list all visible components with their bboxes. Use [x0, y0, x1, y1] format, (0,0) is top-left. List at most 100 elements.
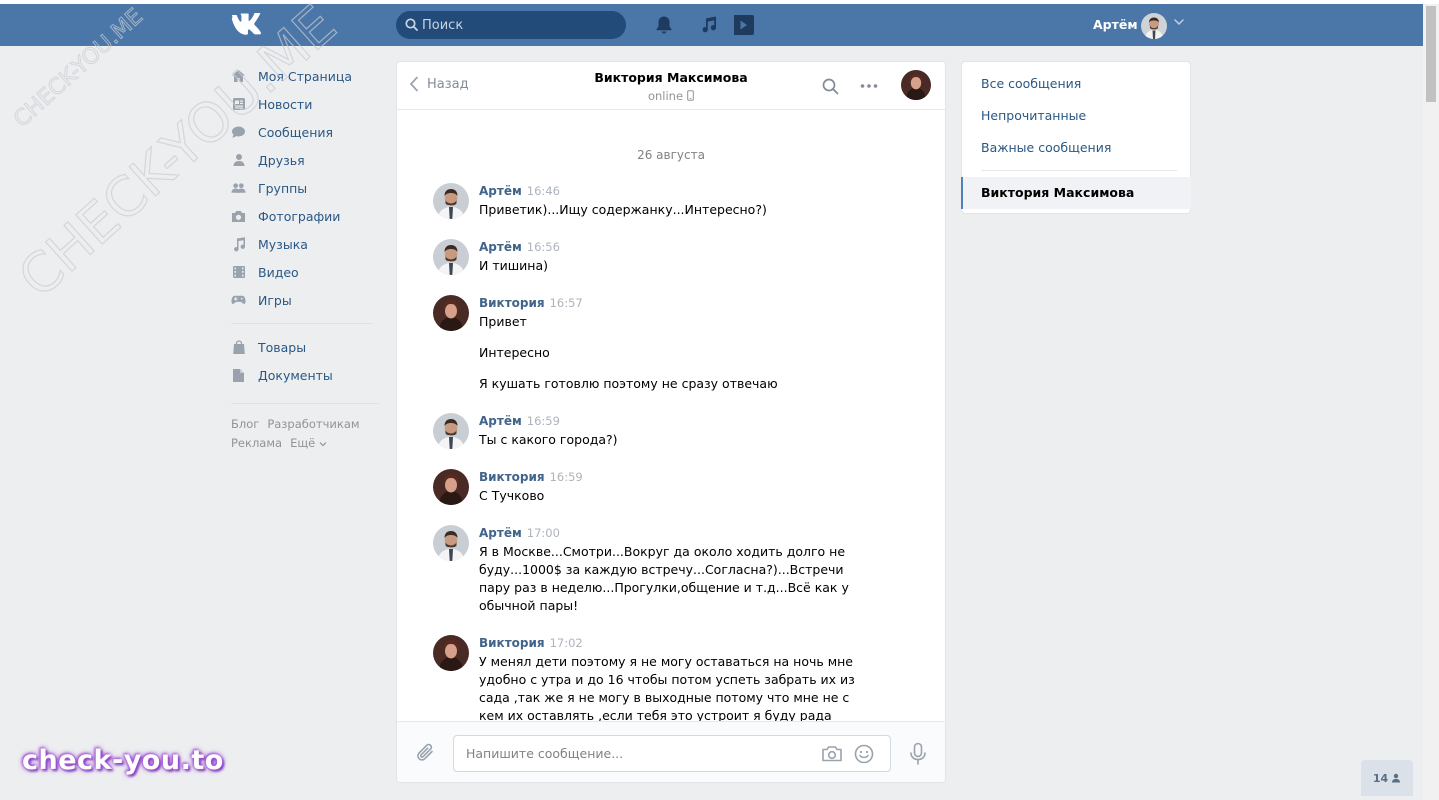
- online-friends-badge[interactable]: 14: [1361, 760, 1413, 796]
- message: Виктория 17:02 У менял дети поэтому я не …: [397, 635, 945, 721]
- message-author[interactable]: Артём: [479, 414, 522, 428]
- messages-filter-panel: Все сообщения Непрочитанные Важные сообщ…: [961, 61, 1191, 214]
- groups-icon: [231, 181, 246, 196]
- chat-panel: Назад Виктория Максимова online 26 авгус…: [396, 61, 946, 783]
- scrollbar-thumb[interactable]: [1426, 6, 1436, 102]
- person-icon: [1392, 773, 1401, 783]
- nav-item-friends[interactable]: Друзья: [231, 146, 381, 174]
- nav-divider: [231, 323, 373, 324]
- search-box[interactable]: [396, 11, 626, 39]
- smile-icon[interactable]: [854, 744, 874, 764]
- message-author[interactable]: Артём: [479, 240, 522, 254]
- nav-label: Моя Страница: [258, 68, 352, 84]
- nav-label: Группы: [258, 180, 308, 196]
- nav-item-goods[interactable]: Товары: [231, 333, 381, 361]
- nav-label: Фотографии: [258, 208, 341, 224]
- active-conversation[interactable]: Виктория Максимова: [961, 177, 1191, 209]
- message-text: С Тучково: [479, 488, 545, 503]
- chevron-down-icon[interactable]: [1173, 18, 1185, 26]
- message-time: 16:46: [526, 184, 560, 198]
- date-separator: 26 августа: [637, 148, 705, 162]
- message-input[interactable]: [466, 736, 806, 771]
- message-author[interactable]: Артём: [479, 526, 522, 540]
- filter-unread[interactable]: Непрочитанные: [981, 108, 1086, 123]
- nav-label: Музыка: [258, 236, 308, 252]
- play-icon[interactable]: [731, 14, 755, 36]
- avatar[interactable]: [433, 183, 469, 219]
- mobile-phone-icon: [687, 90, 694, 101]
- message: Виктория 16:57 Привет Интересно Я кушать …: [397, 295, 945, 393]
- nav-divider: [231, 403, 379, 404]
- message-author[interactable]: Виктория: [479, 296, 545, 310]
- message-time: 17:02: [549, 636, 583, 650]
- music-icon[interactable]: [700, 16, 718, 34]
- message-time: 16:56: [526, 240, 560, 254]
- message-history[interactable]: 26 августа Артём 16:46 Приветик)...Ищу со…: [397, 111, 945, 721]
- peer-avatar[interactable]: [901, 70, 931, 100]
- footer-link-blog[interactable]: Блог: [231, 417, 259, 431]
- page-scrollbar[interactable]: [1423, 4, 1439, 800]
- footer-links: Блог Разработчикам Реклама Ещё: [231, 415, 381, 453]
- nav-item-photos[interactable]: Фотографии: [231, 202, 381, 230]
- camera-icon[interactable]: [821, 745, 843, 763]
- nav-label: Игры: [258, 292, 292, 308]
- news-icon: [231, 97, 246, 112]
- chevron-down-icon: [319, 442, 327, 447]
- nav-item-messages[interactable]: Сообщения: [231, 118, 381, 146]
- top-header: Артём: [0, 4, 1423, 46]
- bell-icon[interactable]: [655, 15, 673, 35]
- header-user-name[interactable]: Артём: [1093, 17, 1138, 32]
- nav-item-my-page[interactable]: Моя Страница: [231, 62, 381, 90]
- message-author[interactable]: Виктория: [479, 470, 545, 484]
- message-input-box[interactable]: [453, 735, 891, 772]
- filter-important[interactable]: Важные сообщения: [981, 140, 1111, 155]
- nav-item-games[interactable]: Игры: [231, 286, 381, 314]
- gamepad-icon: [231, 293, 246, 308]
- music-note-icon: [231, 236, 246, 252]
- avatar[interactable]: [433, 635, 469, 671]
- avatar[interactable]: [433, 413, 469, 449]
- header-avatar[interactable]: [1141, 13, 1167, 39]
- microphone-icon[interactable]: [909, 742, 927, 766]
- message: Артём 16:46 Приветик)...Ищу содержанку...…: [397, 183, 945, 219]
- panel-divider: [981, 170, 1177, 171]
- message-time: 16:59: [526, 414, 560, 428]
- message-author[interactable]: Виктория: [479, 636, 545, 650]
- message-text: Я в Москве...Смотри...Вокруг да около хо…: [479, 544, 849, 613]
- nav-item-documents[interactable]: Документы: [231, 361, 381, 389]
- nav-label: Видео: [258, 264, 299, 280]
- avatar[interactable]: [433, 525, 469, 561]
- avatar[interactable]: [433, 295, 469, 331]
- message-author[interactable]: Артём: [479, 184, 522, 198]
- message: Виктория 16:59 С Тучково: [397, 469, 945, 505]
- filter-all-messages[interactable]: Все сообщения: [981, 76, 1081, 91]
- messages-icon: [231, 125, 246, 140]
- active-conversation-name: Виктория Максимова: [981, 185, 1135, 200]
- nav-item-music[interactable]: Музыка: [231, 230, 381, 258]
- footer-link-developers[interactable]: Разработчикам: [267, 417, 359, 431]
- footer-link-ads[interactable]: Реклама: [231, 436, 282, 450]
- search-input[interactable]: [422, 11, 618, 39]
- paperclip-icon[interactable]: [416, 742, 436, 764]
- nav-label: Новости: [258, 96, 313, 112]
- search-icon[interactable]: [822, 78, 839, 95]
- document-icon: [231, 368, 246, 383]
- nav-item-news[interactable]: Новости: [231, 90, 381, 118]
- message-time: 16:57: [549, 296, 583, 310]
- message-text: Привет: [479, 314, 527, 329]
- nav-item-groups[interactable]: Группы: [231, 174, 381, 202]
- message-text: У менял дети поэтому я не могу оставатьс…: [479, 654, 855, 721]
- nav-label: Товары: [258, 339, 307, 355]
- online-count: 14: [1372, 771, 1389, 785]
- avatar[interactable]: [433, 239, 469, 275]
- nav-item-video[interactable]: Видео: [231, 258, 381, 286]
- watermark-bottom: check-you.to: [22, 745, 224, 776]
- more-icon[interactable]: [860, 78, 878, 94]
- vk-logo-icon[interactable]: [231, 13, 265, 37]
- avatar[interactable]: [433, 469, 469, 505]
- video-icon: [231, 265, 246, 280]
- message: Артём 16:59 Ты с какого города?): [397, 413, 945, 449]
- search-icon: [405, 18, 418, 31]
- footer-link-more[interactable]: Ещё: [290, 436, 327, 450]
- nav-label: Документы: [258, 367, 333, 383]
